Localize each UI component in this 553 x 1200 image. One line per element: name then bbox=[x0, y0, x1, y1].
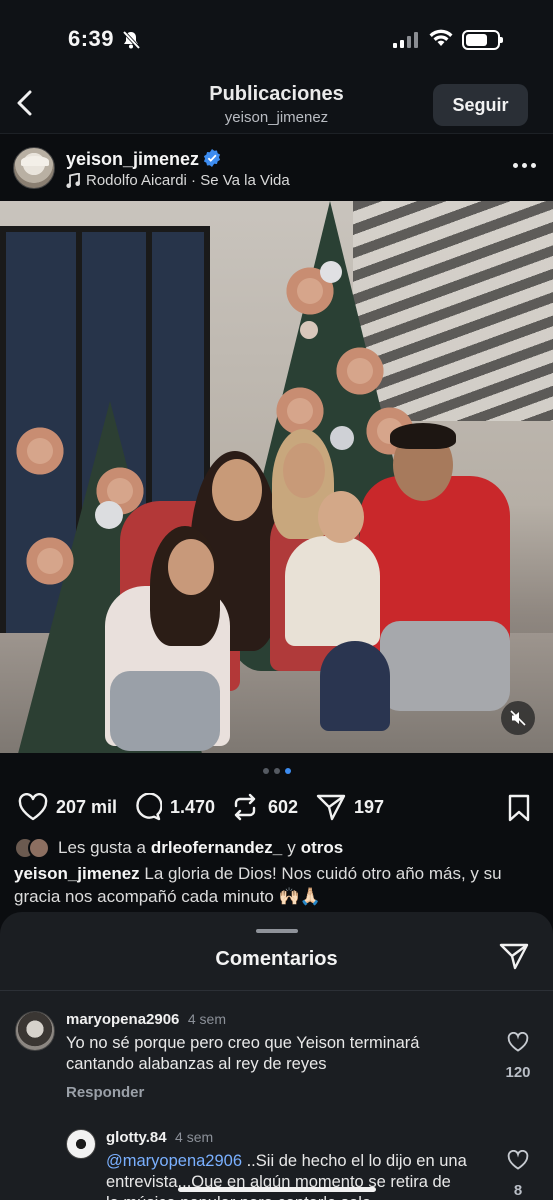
liked-by[interactable]: Les gusta a drleofernandez_ y otros bbox=[14, 837, 343, 859]
liked-by-user[interactable]: drleofernandez_ bbox=[151, 838, 282, 858]
reply-button[interactable]: Responder bbox=[66, 1084, 466, 1101]
repost-count: 602 bbox=[268, 796, 299, 817]
post-music[interactable]: Rodolfo Aicardi · Se Va la Vida bbox=[66, 172, 290, 189]
share-count: 197 bbox=[354, 796, 385, 817]
carousel-indicator bbox=[0, 768, 553, 774]
comment-count: 1.470 bbox=[170, 796, 216, 817]
battery-icon bbox=[462, 30, 503, 50]
share-action[interactable]: 197 bbox=[316, 793, 384, 821]
more-dots-icon[interactable] bbox=[513, 163, 536, 168]
comment-bubble-icon bbox=[136, 793, 162, 821]
heart-icon bbox=[507, 1032, 529, 1052]
music-label: Rodolfo Aicardi · Se Va la Vida bbox=[86, 172, 290, 189]
comment-username[interactable]: maryopena2906 bbox=[66, 1011, 179, 1028]
follow-button[interactable]: Seguir bbox=[433, 84, 528, 126]
verified-badge-icon bbox=[203, 149, 221, 167]
comment-time: 4 sem bbox=[187, 1011, 226, 1027]
avatar[interactable] bbox=[15, 1011, 55, 1051]
heart-icon bbox=[18, 793, 48, 821]
comment-like-count: 120 bbox=[505, 1064, 531, 1081]
music-note-icon bbox=[66, 172, 80, 188]
home-indicator[interactable] bbox=[178, 1187, 376, 1192]
caption-username[interactable]: yeison_jimenez bbox=[14, 864, 140, 883]
carousel-dot bbox=[273, 768, 280, 774]
comment-like[interactable]: 8 bbox=[498, 1150, 538, 1199]
bookmark-icon[interactable] bbox=[507, 794, 531, 822]
comment-username[interactable]: glotty.84 bbox=[106, 1129, 167, 1146]
comment-like[interactable]: 120 bbox=[498, 1032, 538, 1081]
divider bbox=[0, 990, 553, 991]
comment-like-count: 8 bbox=[513, 1182, 523, 1199]
carousel-dot bbox=[262, 768, 269, 774]
paper-plane-icon bbox=[316, 794, 346, 821]
status-time: 6:39 bbox=[68, 26, 115, 51]
heart-icon bbox=[507, 1150, 529, 1170]
liked-by-and: y bbox=[287, 838, 296, 857]
sheet-drag-handle[interactable] bbox=[256, 929, 298, 933]
carousel-dot bbox=[284, 768, 291, 774]
comment-time: 4 sem bbox=[175, 1129, 214, 1145]
post-image[interactable] bbox=[0, 201, 553, 753]
like-count: 207 mil bbox=[56, 796, 118, 817]
liker-avatar bbox=[28, 837, 50, 859]
wifi-icon bbox=[429, 29, 453, 46]
avatar[interactable] bbox=[13, 147, 55, 189]
comment-mention[interactable]: @maryopena2906 bbox=[106, 1152, 242, 1170]
like-action[interactable]: 207 mil bbox=[18, 793, 117, 821]
comment-text: Yo no sé porque pero creo que Yeison ter… bbox=[66, 1034, 420, 1073]
bell-muted-icon bbox=[122, 30, 141, 50]
repost-action[interactable]: 602 bbox=[230, 793, 298, 821]
comments-title: Comentarios bbox=[215, 948, 338, 970]
liked-by-prefix: Les gusta a bbox=[58, 838, 146, 857]
post-header: yeison_jimenez Rodolfo Aicardi · Se Va l… bbox=[0, 135, 553, 201]
post-caption: yeison_jimenez La gloria de Dios! Nos cu… bbox=[14, 862, 539, 908]
avatar[interactable] bbox=[66, 1129, 96, 1159]
post-username[interactable]: yeison_jimenez bbox=[66, 149, 199, 170]
top-navigation-bar: Publicaciones yeison_jimenez Seguir bbox=[0, 70, 553, 134]
repost-icon bbox=[234, 793, 256, 821]
paper-plane-icon[interactable] bbox=[499, 942, 529, 970]
comments-sheet: Comentarios maryopena2906 4 sem Yo no sé… bbox=[0, 912, 553, 1200]
cell-signal-icon bbox=[393, 32, 418, 48]
comment-text: @maryopena2906 ..Sii de hecho el lo dijo… bbox=[106, 1151, 468, 1200]
liked-by-others[interactable]: otros bbox=[301, 838, 344, 858]
comment-action[interactable]: 1.470 bbox=[132, 793, 215, 821]
comment-item: maryopena2906 4 sem Yo no sé porque pero… bbox=[0, 1008, 553, 1118]
muted-speaker-icon[interactable] bbox=[501, 701, 535, 735]
post-actions: 207 mil 1.470 602 197 bbox=[0, 788, 553, 828]
status-bar: 6:39 bbox=[0, 0, 553, 70]
